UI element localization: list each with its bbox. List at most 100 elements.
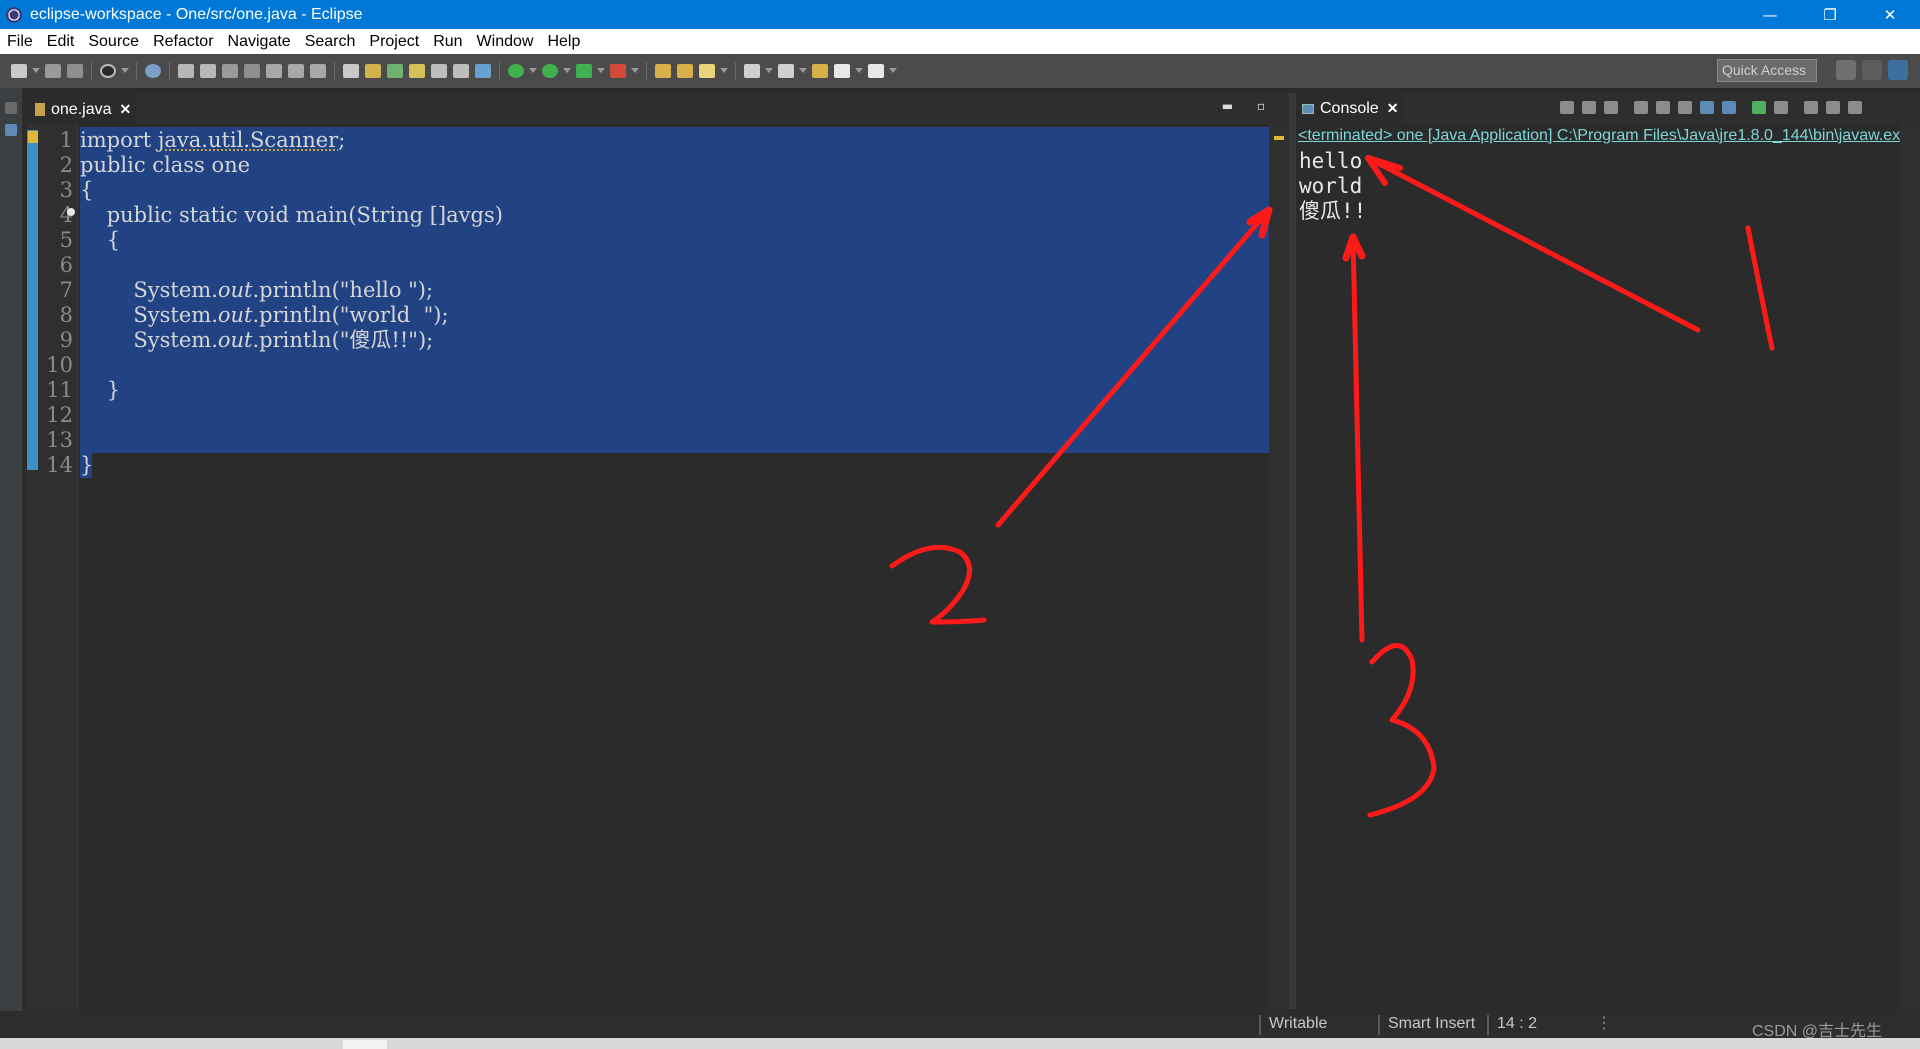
close-window-button[interactable]: ✕	[1860, 0, 1920, 29]
debug-dropdown-icon[interactable]	[529, 68, 537, 74]
save-all-icon[interactable]	[67, 64, 83, 78]
resume-icon[interactable]	[178, 64, 194, 78]
line-number-ruler: 1 2 3 4 5 6 7 8 9 10 11 12 13 14	[38, 124, 78, 1009]
view-sash[interactable]	[1289, 93, 1296, 1009]
drop-to-frame-icon[interactable]	[343, 64, 359, 78]
menu-navigate[interactable]: Navigate	[221, 33, 298, 51]
disconnect-icon[interactable]	[244, 64, 260, 78]
menu-run[interactable]: Run	[426, 33, 469, 51]
step-return-icon[interactable]	[310, 64, 326, 78]
pin-console-icon[interactable]	[1752, 101, 1766, 114]
tab-console[interactable]: Console ✕	[1296, 93, 1402, 124]
code-token-static-field: out	[217, 328, 253, 352]
open-type-icon[interactable]	[655, 64, 671, 78]
menu-search[interactable]: Search	[298, 33, 363, 51]
print-icon[interactable]	[100, 64, 116, 78]
remove-launch-icon[interactable]	[1582, 101, 1596, 114]
minimize-view-icon[interactable]	[1826, 101, 1840, 114]
external-tools-icon[interactable]	[610, 64, 626, 78]
use-step-filters-icon[interactable]	[365, 64, 381, 78]
new-package-icon[interactable]	[409, 64, 425, 78]
show-on-output-icon[interactable]	[1700, 101, 1714, 114]
code-area[interactable]: 1 2 3 4 5 6 7 8 9 10 11 12 13 14 import …	[27, 124, 1289, 1009]
external-tools-dropdown-icon[interactable]	[631, 68, 639, 74]
coverage-icon[interactable]	[576, 64, 592, 78]
open-perspective-icon[interactable]	[1836, 60, 1856, 80]
step-over-icon[interactable]	[288, 64, 304, 78]
new-class-icon[interactable]	[431, 64, 447, 78]
console-output[interactable]: hello world 傻瓜!!	[1299, 149, 1899, 224]
line-number: 1	[59, 128, 73, 152]
forward-icon[interactable]	[868, 64, 884, 78]
status-more-icon[interactable]: ⋮	[1596, 1013, 1612, 1033]
package-explorer-icon[interactable]	[5, 124, 17, 136]
console-toolbar	[1556, 101, 1866, 114]
editor-minimize-maximize-icon[interactable]: ▬ ▫	[1222, 99, 1275, 113]
warning-overview-marker[interactable]	[1274, 136, 1284, 140]
restore-view-icon[interactable]	[5, 102, 17, 114]
new-java-project-icon[interactable]	[387, 64, 403, 78]
step-into-icon[interactable]	[266, 64, 282, 78]
next-annotation-icon[interactable]	[778, 64, 794, 78]
terminate-icon[interactable]	[222, 64, 238, 78]
toolbar-separator	[334, 62, 335, 80]
print-dropdown-icon[interactable]	[121, 68, 129, 74]
coverage-dropdown-icon[interactable]	[597, 68, 605, 74]
search-dropdown-icon[interactable]	[720, 68, 728, 74]
remove-all-terminated-icon[interactable]	[1604, 101, 1618, 114]
minimize-button[interactable]: —	[1740, 0, 1800, 29]
maximize-view-icon[interactable]	[1848, 101, 1862, 114]
forward-dropdown-icon[interactable]	[889, 68, 897, 74]
next-annotation-dropdown-icon[interactable]	[799, 68, 807, 74]
suspend-icon[interactable]	[200, 64, 216, 78]
restore-button[interactable]: ❐	[1800, 0, 1860, 29]
last-edit-location-icon[interactable]	[812, 64, 828, 78]
open-task-icon[interactable]	[677, 64, 693, 78]
menu-help[interactable]: Help	[540, 33, 587, 51]
quick-access-input[interactable]: Quick Access	[1717, 59, 1817, 82]
code-token: System.	[80, 278, 218, 302]
new-interface-icon[interactable]	[453, 64, 469, 78]
new-icon[interactable]	[11, 64, 27, 78]
run-icon[interactable]	[542, 64, 558, 78]
java-ee-perspective-icon[interactable]	[1862, 60, 1882, 80]
debug-icon[interactable]	[508, 64, 524, 78]
tab-one-java[interactable]: one.java ✕	[27, 93, 137, 124]
display-selected-console-icon[interactable]	[1774, 101, 1788, 114]
scroll-lock-icon[interactable]	[1656, 101, 1670, 114]
back-icon[interactable]	[834, 64, 850, 78]
menu-source[interactable]: Source	[81, 33, 146, 51]
toggle-mark-occurrences-icon[interactable]	[744, 64, 760, 78]
open-console-icon[interactable]	[1804, 101, 1818, 114]
overview-ruler[interactable]	[1269, 124, 1289, 1009]
new-enum-icon[interactable]	[475, 64, 491, 78]
code-line: {	[80, 228, 1269, 253]
word-wrap-icon[interactable]	[1678, 101, 1692, 114]
search-icon[interactable]	[699, 64, 715, 78]
terminate-icon[interactable]	[1560, 101, 1574, 114]
toolbar-separator	[735, 62, 736, 80]
override-indicator-icon[interactable]	[67, 208, 75, 216]
quick-diff-ruler	[27, 124, 39, 1009]
code-token: }	[80, 453, 94, 477]
menu-project[interactable]: Project	[362, 33, 426, 51]
show-on-error-icon[interactable]	[1722, 101, 1736, 114]
code-token: public class one	[80, 153, 251, 177]
menu-edit[interactable]: Edit	[40, 33, 82, 51]
insert-mode-status: Smart Insert	[1378, 1015, 1475, 1035]
menu-file[interactable]: File	[0, 33, 40, 51]
run-dropdown-icon[interactable]	[563, 68, 571, 74]
java-perspective-icon[interactable]	[1888, 60, 1908, 80]
back-dropdown-icon[interactable]	[855, 68, 863, 74]
skip-breakpoints-icon[interactable]	[145, 64, 161, 78]
close-tab-icon[interactable]: ✕	[120, 101, 132, 118]
save-icon[interactable]	[45, 64, 61, 78]
line-number: 2	[59, 153, 73, 177]
close-tab-icon[interactable]: ✕	[1387, 100, 1399, 117]
console-scrollbar[interactable]	[1900, 124, 1920, 1009]
menu-window[interactable]: Window	[470, 33, 541, 51]
menu-refactor[interactable]: Refactor	[146, 33, 220, 51]
new-dropdown-icon[interactable]	[32, 68, 40, 74]
clear-console-icon[interactable]	[1634, 101, 1648, 114]
annotation-dropdown-icon[interactable]	[765, 68, 773, 74]
